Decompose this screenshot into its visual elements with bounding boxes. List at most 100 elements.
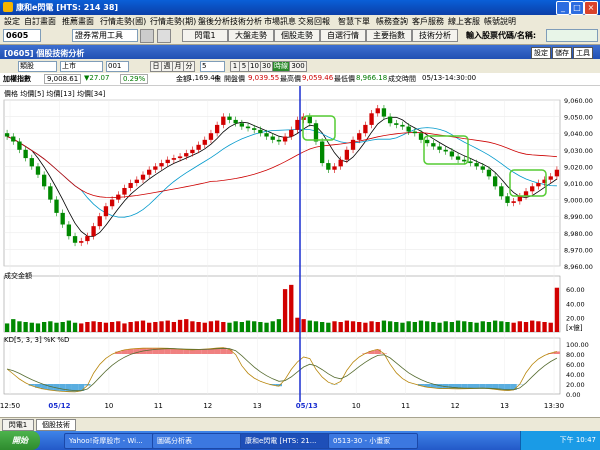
- volume-bar: [350, 321, 356, 332]
- count-button[interactable]: 300: [289, 61, 307, 72]
- candle: [165, 159, 170, 164]
- candle: [17, 141, 22, 150]
- volume-bar: [406, 321, 411, 332]
- volume-bar: [530, 320, 535, 332]
- minimize-button[interactable]: _: [556, 1, 570, 15]
- taskbar-item[interactable]: 0513-30 - 小畫家: [328, 433, 418, 449]
- volume-bar: [109, 322, 115, 332]
- subwindow-button[interactable]: 設定: [531, 47, 551, 59]
- volume-bar: [412, 322, 417, 332]
- candle: [431, 143, 436, 147]
- volume-bar: [486, 322, 492, 332]
- toolbar-button[interactable]: 大盤走勢: [228, 29, 274, 42]
- volume-tick-label: 20.00: [566, 315, 585, 323]
- volume-bar: [140, 320, 146, 332]
- open-label: 開盤價: [224, 75, 245, 83]
- candle: [190, 149, 195, 154]
- volume-bar: [536, 321, 541, 332]
- tool-icon[interactable]: [140, 29, 154, 43]
- kd-tick-label: 60.00: [566, 361, 585, 369]
- volume-bar: [41, 322, 47, 332]
- menu-item[interactable]: 行情走勢(期): [150, 16, 196, 27]
- candle: [499, 186, 504, 197]
- minute-select[interactable]: 5: [200, 61, 225, 72]
- candle: [122, 187, 127, 195]
- code-select-small[interactable]: 001: [106, 61, 129, 72]
- period-minute[interactable]: 分: [183, 61, 195, 72]
- volume-bar: [369, 321, 374, 332]
- menu-item[interactable]: 盤後分析: [198, 16, 230, 27]
- tab-flash[interactable]: 閃電1: [2, 419, 34, 431]
- toolbar-button[interactable]: 個股走勢: [274, 29, 320, 42]
- candle: [295, 119, 300, 130]
- candle: [449, 151, 455, 157]
- volume-bar: [394, 322, 399, 332]
- mode-button[interactable]: 時線: [272, 61, 290, 72]
- menu-item[interactable]: 技術分析: [230, 16, 262, 27]
- price-tick-label: 9,060.00: [564, 97, 593, 105]
- stock-search-input[interactable]: [546, 29, 598, 42]
- menu-item[interactable]: 帳務查詢: [376, 16, 408, 27]
- toolbar-button[interactable]: 自選行情: [320, 29, 366, 42]
- index-change-pct: 0.29%: [120, 74, 149, 84]
- toolbar-button[interactable]: 閃電1: [182, 29, 228, 42]
- menu-item[interactable]: 交易回報: [298, 16, 330, 27]
- menu-item[interactable]: 線上客服: [448, 16, 480, 27]
- tab-technical[interactable]: 個股技術: [36, 419, 76, 431]
- volume-bar: [313, 321, 319, 332]
- candle: [369, 113, 374, 125]
- candle: [171, 158, 177, 160]
- candle: [159, 163, 164, 167]
- volume-bar: [326, 322, 331, 332]
- toolbar-button[interactable]: 主要指數: [366, 29, 412, 42]
- start-button[interactable]: 開始: [0, 431, 40, 450]
- menu-item[interactable]: 推薦畫面: [62, 16, 94, 27]
- volume-bar: [344, 320, 350, 332]
- menu-item[interactable]: 市場訊息: [264, 16, 296, 27]
- menu-item[interactable]: 智慧下單: [338, 16, 370, 27]
- kd-tick-label: 80.00: [566, 351, 585, 359]
- code-select[interactable]: 0605: [3, 29, 41, 42]
- tool-select[interactable]: 證券常用工具: [72, 29, 138, 42]
- menu-item[interactable]: 設定: [4, 16, 20, 27]
- volume-bar: [492, 320, 498, 332]
- volume-bar: [72, 322, 78, 332]
- menu-item[interactable]: 行情走勢(國): [100, 16, 146, 27]
- open-value: 9,039.55: [248, 74, 280, 82]
- volume-bar: [548, 322, 553, 332]
- candle: [375, 108, 380, 114]
- volume-bar: [190, 321, 195, 332]
- taskbar-item[interactable]: 圖碼分析表: [152, 433, 242, 449]
- maximize-button[interactable]: □: [570, 1, 584, 15]
- volume-bar: [400, 322, 405, 332]
- menu-item[interactable]: 客戶服務: [412, 16, 444, 27]
- taskbar-item[interactable]: 康和e閃電 [HTS: 21...: [240, 433, 330, 449]
- menu-item[interactable]: 帳號說明: [484, 16, 516, 27]
- close-button[interactable]: ×: [584, 1, 598, 15]
- volume-bar: [60, 322, 65, 332]
- taskbar-item[interactable]: Yahoo!奇摩股市 - Wi...: [64, 433, 154, 449]
- volume-bar: [425, 321, 430, 332]
- subwindow-button[interactable]: 工具: [573, 47, 593, 59]
- candle: [307, 116, 312, 124]
- kd-oversold-fill: [473, 384, 480, 389]
- candle: [103, 206, 109, 217]
- print-icon[interactable]: [157, 29, 171, 43]
- candle: [492, 176, 498, 187]
- kd-overbought-fill: [146, 348, 153, 354]
- volume-bar: [17, 321, 22, 332]
- technical-chart[interactable]: 9,060.00 9,050.00 9,040.00 9,030.00 9,020.00…: [0, 86, 600, 416]
- menu-item[interactable]: 自訂畫面: [24, 16, 56, 27]
- subwindow-button[interactable]: 儲存: [552, 47, 572, 59]
- volume-bar: [4, 323, 10, 332]
- candle: [480, 166, 485, 170]
- price-tick-label: 9,000.00: [564, 197, 593, 205]
- quote-info: 加權指數 9,008.61 ▼27.07 0.29% 金額 1,169.44 億…: [0, 73, 600, 86]
- volume-bar: [245, 320, 251, 332]
- category-select[interactable]: 類股: [18, 61, 57, 72]
- market-select[interactable]: 上市: [60, 61, 103, 72]
- volume-bar: [103, 322, 109, 332]
- candle: [184, 153, 189, 157]
- volume-bar: [264, 322, 269, 332]
- toolbar-button[interactable]: 技術分析: [412, 29, 458, 42]
